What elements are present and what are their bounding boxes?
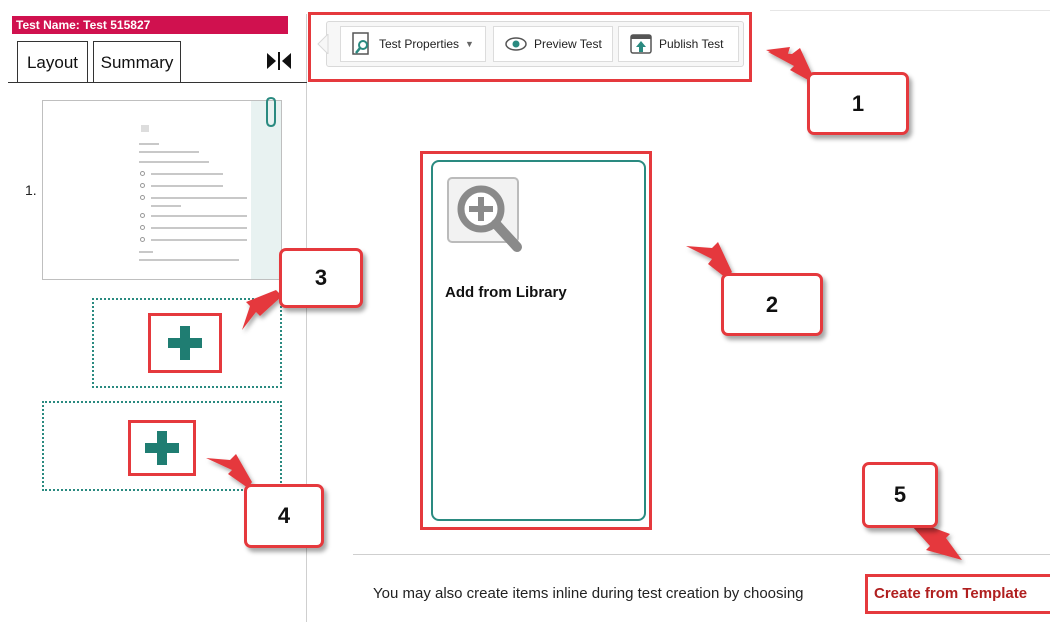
test-name-bar: Test Name: Test 515827 bbox=[12, 16, 288, 34]
toolbar-pointer bbox=[317, 34, 329, 54]
item-number: 1. bbox=[25, 182, 37, 198]
add-item-button[interactable] bbox=[148, 313, 222, 373]
plus-icon bbox=[145, 431, 179, 465]
footer-text: You may also create items inline during … bbox=[373, 585, 804, 602]
tab-layout[interactable]: Layout bbox=[17, 41, 88, 83]
divider bbox=[770, 10, 1050, 11]
test-properties-label: Test Properties bbox=[379, 37, 460, 51]
test-properties-button[interactable]: Test Properties ▼ bbox=[340, 26, 486, 62]
create-from-template-link[interactable]: Create from Template bbox=[874, 585, 1050, 602]
chevron-down-icon: ▼ bbox=[465, 39, 474, 49]
footer-divider bbox=[353, 554, 1050, 555]
publish-icon bbox=[630, 34, 652, 54]
preview-test-button[interactable]: Preview Test bbox=[493, 26, 613, 62]
preview-test-label: Preview Test bbox=[534, 37, 602, 51]
add-section-button[interactable] bbox=[128, 420, 196, 476]
callout-1: 1 bbox=[807, 72, 909, 135]
magnifier-plus-icon bbox=[447, 177, 527, 257]
callout-3: 3 bbox=[279, 248, 363, 308]
publish-test-button[interactable]: Publish Test bbox=[618, 26, 739, 62]
plus-icon bbox=[168, 326, 202, 360]
tab-summary[interactable]: Summary bbox=[93, 41, 181, 83]
collapse-icon[interactable] bbox=[264, 50, 294, 72]
publish-test-label: Publish Test bbox=[659, 37, 724, 51]
callout-4: 4 bbox=[244, 484, 324, 548]
callout-2: 2 bbox=[721, 273, 823, 336]
add-from-library-label: Add from Library bbox=[445, 284, 567, 301]
item-thumbnail[interactable] bbox=[42, 100, 282, 280]
tabs-divider bbox=[8, 82, 307, 83]
callout-5: 5 bbox=[862, 462, 938, 528]
eye-icon bbox=[505, 37, 527, 51]
thumbnail-content bbox=[135, 121, 265, 279]
paperclip-icon[interactable] bbox=[262, 95, 280, 129]
test-properties-icon bbox=[352, 32, 369, 55]
